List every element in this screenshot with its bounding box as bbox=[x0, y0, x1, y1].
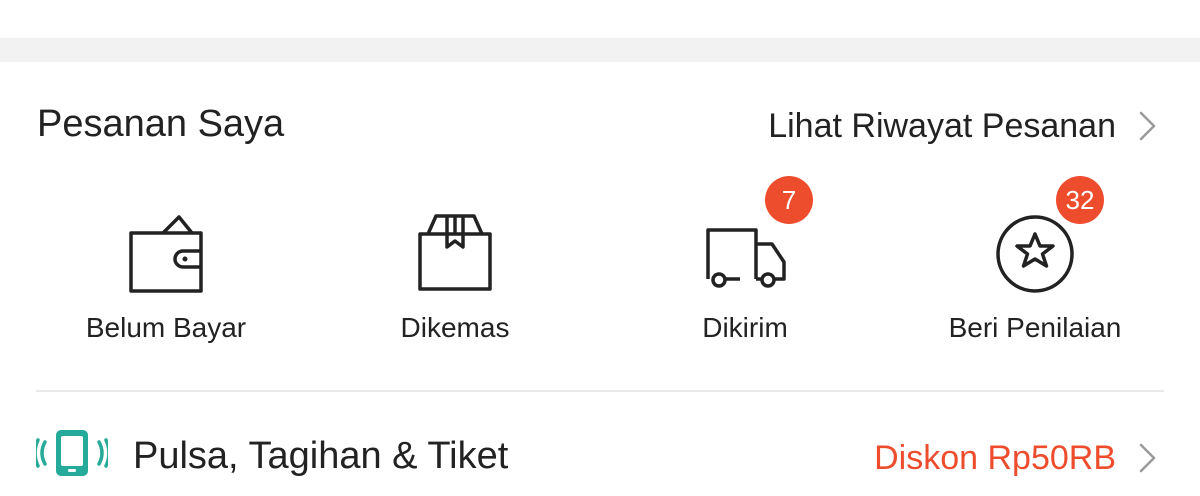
order-status-row: Belum Bayar Dikemas 7 Dikirim 32 Beri Pe… bbox=[0, 176, 1200, 376]
order-history-link[interactable]: Lihat Riwayat Pesanan bbox=[768, 102, 1160, 150]
status-label: Belum Bayar bbox=[85, 312, 247, 343]
top-blank-area bbox=[0, 0, 1200, 38]
status-label: Dikemas bbox=[400, 312, 510, 343]
review-count-badge: 32 bbox=[1056, 176, 1104, 224]
chevron-right-icon bbox=[1139, 111, 1156, 141]
bills-row[interactable]: Pulsa, Tagihan & Tiket Diskon Rp50RB bbox=[0, 392, 1200, 496]
orders-title: Pesanan Saya bbox=[37, 103, 285, 145]
status-label: Dikirim bbox=[702, 312, 788, 343]
section-separator bbox=[0, 38, 1200, 62]
status-dikemas[interactable]: Dikemas bbox=[305, 186, 605, 376]
status-dikirim[interactable]: 7 Dikirim bbox=[595, 176, 895, 376]
wallet-icon bbox=[129, 215, 203, 293]
status-label: Beri Penilaian bbox=[948, 312, 1122, 343]
status-belum-bayar[interactable]: Belum Bayar bbox=[16, 186, 316, 376]
promo-label: Diskon Rp50RB bbox=[874, 439, 1116, 477]
promo-link[interactable]: Diskon Rp50RB bbox=[874, 434, 1160, 482]
bills-label: Pulsa, Tagihan & Tiket bbox=[133, 435, 509, 477]
package-icon bbox=[418, 214, 492, 291]
phone-vibrate-icon bbox=[36, 430, 108, 476]
orders-header: Pesanan Saya Lihat Riwayat Pesanan bbox=[0, 62, 1200, 186]
chevron-right-icon bbox=[1139, 443, 1156, 473]
shipping-count-badge: 7 bbox=[765, 176, 813, 224]
status-beri-penilaian[interactable]: 32 Beri Penilaian bbox=[885, 176, 1185, 376]
order-history-label: Lihat Riwayat Pesanan bbox=[768, 107, 1116, 145]
